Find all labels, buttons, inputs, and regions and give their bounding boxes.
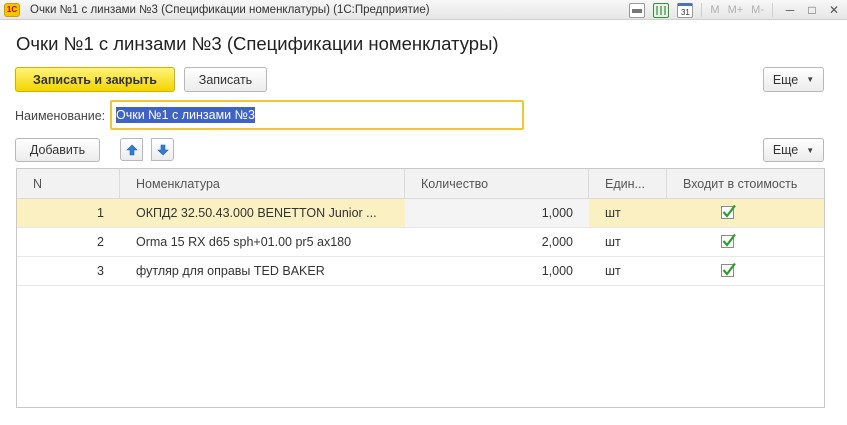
more-button-label: Еще	[772, 72, 799, 87]
column-header-included[interactable]: Входит в стоимость	[667, 169, 824, 198]
move-up-button[interactable]	[120, 138, 143, 161]
chevron-down-icon: ▼	[806, 145, 815, 155]
minimize-button[interactable]: ─	[781, 3, 799, 17]
app-logo-icon: 1С	[4, 2, 20, 17]
calendar-icon[interactable]: 31	[677, 2, 694, 18]
row-included[interactable]	[667, 257, 824, 285]
row-unit[interactable]: шт	[589, 199, 667, 227]
checkbox-checked-icon[interactable]	[721, 233, 736, 249]
memory-plus-button[interactable]: M+	[728, 4, 744, 16]
row-number: 2	[97, 235, 104, 249]
table-row[interactable]: 1 ОКПД2 32.50.43.000 BENETTON Junior ...…	[17, 199, 824, 228]
window-title: Очки №1 с линзами №3 (Спецификации номен…	[30, 3, 430, 16]
table-row[interactable]: 2 Orma 15 RX d65 sph+01.00 pr5 ax180 2,0…	[17, 228, 824, 257]
table-more-button-label: Еще	[772, 143, 799, 157]
column-header-item[interactable]: Номенклатура	[120, 169, 405, 198]
column-header-unit[interactable]: Един...	[589, 169, 667, 198]
row-number: 1	[97, 206, 104, 220]
row-item-text: ОКПД2 32.50.43.000 BENETTON Junior ...	[136, 206, 377, 220]
calculator-icon[interactable]	[653, 2, 670, 18]
table-header: N Номенклатура Количество Един... Входит…	[17, 169, 824, 199]
specification-table: N Номенклатура Количество Един... Входит…	[16, 168, 825, 408]
page-title: Очки №1 с линзами №3 (Спецификации номен…	[16, 33, 499, 54]
table-more-button[interactable]: Еще ▼	[763, 138, 824, 162]
print-icon[interactable]	[629, 2, 646, 18]
toolbar-divider	[701, 3, 703, 17]
row-item[interactable]: ОКПД2 32.50.43.000 BENETTON Junior ...	[120, 199, 405, 227]
row-number: 3	[97, 264, 104, 278]
row-item-text: Orma 15 RX d65 sph+01.00 pr5 ax180	[136, 235, 352, 249]
row-unit[interactable]: шт	[589, 228, 667, 256]
row-quantity[interactable]: 1,000	[405, 199, 589, 227]
restore-button[interactable]: □	[803, 3, 821, 17]
name-label: Наименование:	[15, 109, 106, 123]
memory-minus-button[interactable]: M-	[751, 4, 764, 16]
row-included[interactable]	[667, 228, 824, 256]
arrow-up-icon	[125, 144, 138, 155]
row-unit[interactable]: шт	[589, 257, 667, 285]
memory-button[interactable]: M	[710, 4, 719, 16]
add-button[interactable]: Добавить	[15, 138, 100, 162]
toolbar-divider	[772, 3, 773, 17]
name-input[interactable]: Очки №1 с линзами №3	[110, 100, 524, 130]
close-button[interactable]: ✕	[825, 3, 843, 17]
row-included[interactable]	[667, 199, 824, 227]
arrow-down-icon	[156, 144, 169, 155]
row-item[interactable]: Orma 15 RX d65 sph+01.00 pr5 ax180	[120, 228, 405, 256]
more-button[interactable]: Еще ▼	[763, 67, 824, 92]
column-header-n[interactable]: N	[17, 169, 120, 198]
titlebar-tools: 31 M M+ M- ─ □ ✕	[629, 0, 847, 20]
row-quantity[interactable]: 2,000	[405, 228, 589, 256]
row-item-text: футляр для оправы TED BAKER	[136, 264, 325, 278]
column-header-quantity[interactable]: Количество	[405, 169, 589, 198]
checkbox-checked-icon[interactable]	[721, 204, 736, 220]
save-button[interactable]: Записать	[184, 67, 267, 92]
row-item[interactable]: футляр для оправы TED BAKER	[120, 257, 405, 285]
window-titlebar: 1С Очки №1 с линзами №3 (Спецификации но…	[0, 0, 847, 20]
name-input-value: Очки №1 с линзами №3	[116, 107, 255, 123]
save-and-close-button[interactable]: Записать и закрыть	[15, 67, 175, 92]
chevron-down-icon: ▼	[806, 75, 815, 84]
move-down-button[interactable]	[151, 138, 174, 161]
checkbox-checked-icon[interactable]	[721, 262, 736, 278]
table-row[interactable]: 3 футляр для оправы TED BAKER 1,000 шт	[17, 257, 824, 286]
row-quantity[interactable]: 1,000	[405, 257, 589, 285]
